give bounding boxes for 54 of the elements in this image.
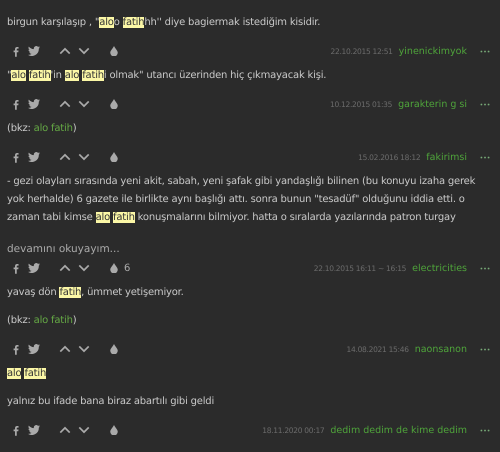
twitter-icon[interactable] bbox=[28, 263, 40, 273]
upvote-icon[interactable] bbox=[59, 153, 71, 161]
entry-text: birgun karşılaşıp , "aloo fatihhh'' diye bagiermak istediğim kisidir. bbox=[7, 16, 322, 30]
topic-link[interactable]: alo fatih bbox=[34, 123, 73, 134]
author-link[interactable]: yinenickimyok bbox=[398, 46, 467, 56]
upvote-icon[interactable] bbox=[59, 426, 71, 434]
downvote-icon[interactable] bbox=[78, 345, 90, 353]
more-icon[interactable] bbox=[480, 428, 490, 432]
facebook-icon[interactable] bbox=[13, 262, 19, 274]
twitter-icon[interactable] bbox=[28, 46, 40, 56]
upvote-icon[interactable] bbox=[59, 264, 71, 272]
drop-icon[interactable] bbox=[110, 263, 118, 273]
author-link[interactable]: garakterin g si bbox=[398, 98, 467, 110]
read-more-link[interactable]: devamını okuyayım... bbox=[7, 243, 120, 255]
drop-icon[interactable] bbox=[110, 99, 118, 109]
drop-icon[interactable] bbox=[110, 344, 118, 354]
upvote-icon[interactable] bbox=[59, 47, 71, 55]
twitter-icon[interactable] bbox=[28, 99, 40, 109]
more-icon[interactable] bbox=[480, 102, 490, 106]
author-link[interactable]: electricities bbox=[412, 262, 467, 274]
twitter-icon[interactable] bbox=[28, 152, 40, 162]
downvote-icon[interactable] bbox=[78, 264, 90, 272]
drop-icon[interactable] bbox=[110, 425, 118, 435]
facebook-icon[interactable] bbox=[13, 424, 19, 436]
downvote-icon[interactable] bbox=[78, 100, 90, 108]
topic-link[interactable]: alo fatih bbox=[34, 315, 73, 326]
entry-text: (bkz: alo fatih) bbox=[7, 122, 78, 136]
more-icon[interactable] bbox=[480, 50, 490, 52]
entry-text: yalnız bu ifade bana biraz abartılı gibi geldi bbox=[7, 395, 216, 409]
favorite-count: 6 bbox=[124, 262, 130, 274]
drop-icon[interactable] bbox=[110, 152, 118, 162]
author-link[interactable]: dedim dedim de kime dedim bbox=[330, 424, 467, 436]
entry-text: (bkz: alo fatih) bbox=[7, 314, 78, 328]
twitter-icon[interactable] bbox=[28, 344, 40, 354]
author-link[interactable]: naonsanon bbox=[414, 344, 467, 354]
facebook-icon[interactable] bbox=[13, 98, 19, 110]
facebook-icon[interactable] bbox=[13, 152, 19, 162]
author-link[interactable]: fakirimsi bbox=[426, 152, 467, 162]
downvote-icon[interactable] bbox=[78, 47, 90, 55]
entry-text: yavaş dön fatih, ümmet yetişemiyor. bbox=[7, 286, 185, 300]
entry-text: "alo fatih'in alo fatihi olmak" utancı üzerinden hiç çıkmayacak kişi. bbox=[7, 69, 328, 83]
upvote-icon[interactable] bbox=[59, 100, 71, 108]
more-icon[interactable] bbox=[480, 348, 490, 350]
facebook-icon[interactable] bbox=[13, 46, 19, 56]
more-icon[interactable] bbox=[480, 156, 490, 158]
twitter-icon[interactable] bbox=[28, 425, 40, 435]
facebook-icon[interactable] bbox=[13, 344, 19, 354]
entry-text: - gezi olayları sırasında yeni akit, sabah, yeni şafak gibi yandaşlığı bilinen (bu konuyu izaha gerek yok herhalde) 6 gazete ile birlikte aynı başlığı attı. sonra bunun "tesadüf" olduğunu iddia etti. o zaman tabi kimse alo fatih konuşmalarını bilmiyor. hatta o sıralarda yazılarında patron turgay bbox=[7, 175, 476, 225]
entry-text: alo fatih bbox=[7, 367, 48, 381]
downvote-icon[interactable] bbox=[78, 153, 90, 161]
downvote-icon[interactable] bbox=[78, 426, 90, 434]
drop-icon[interactable] bbox=[110, 46, 118, 56]
more-icon[interactable] bbox=[480, 266, 490, 270]
upvote-icon[interactable] bbox=[59, 345, 71, 353]
